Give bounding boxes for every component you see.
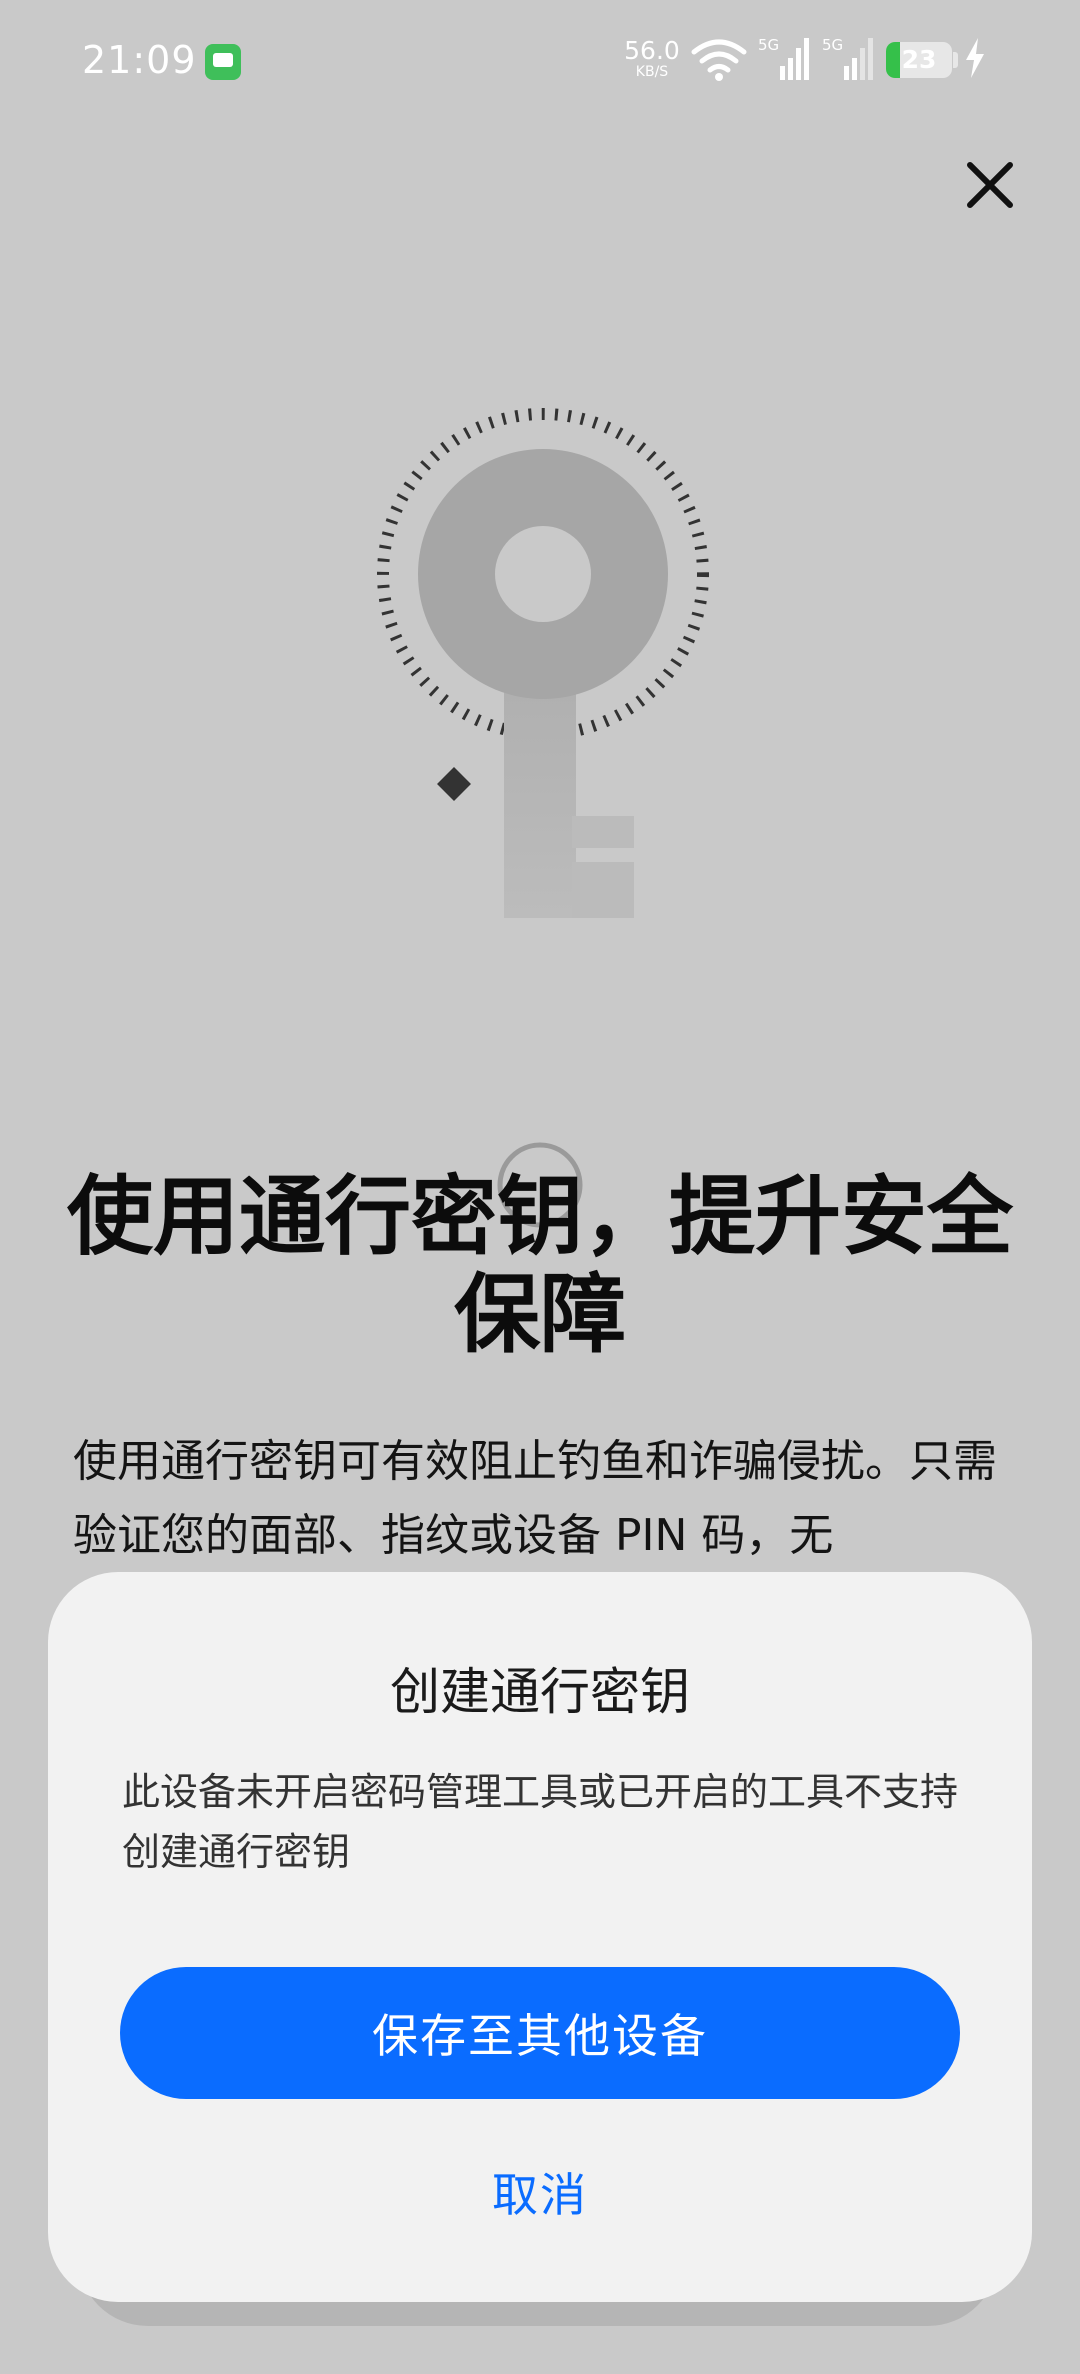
save-to-other-device-button[interactable]: 保存至其他设备 xyxy=(120,1967,960,2099)
signal-icon-1: 5G xyxy=(758,36,809,80)
wifi-icon xyxy=(691,39,747,81)
speed-unit: KB/S xyxy=(635,64,669,80)
cancel-button[interactable]: 取消 xyxy=(390,2147,690,2237)
battery-level: 23 xyxy=(901,45,937,74)
network-type-1: 5G xyxy=(758,36,779,54)
sheet-message: 此设备未开启密码管理工具或已开启的工具不支持创建通行密钥 xyxy=(122,1770,959,1874)
battery-icon: 23 xyxy=(886,42,952,78)
network-speed: 56.0 KB/S xyxy=(624,38,680,79)
close-icon[interactable] xyxy=(955,150,1025,220)
status-bar: 21:09 56.0 KB/S 5G 5G 23 xyxy=(0,0,1080,120)
signal-icon-2: 5G xyxy=(822,36,873,80)
message-icon xyxy=(205,44,241,80)
sheet-title: 创建通行密钥 xyxy=(390,1663,690,1721)
page-title: 使用通行密钥，提升安全保障 xyxy=(67,1167,1013,1365)
page-description: 使用通行密钥可有效阻止钓鱼和诈骗侵扰。只需验证您的面部、指纹或设备 PIN 码，… xyxy=(73,1436,997,1561)
key-icon xyxy=(377,408,709,918)
network-type-2: 5G xyxy=(822,36,843,54)
speed-value: 56.0 xyxy=(624,36,680,65)
status-time: 21:09 xyxy=(82,38,197,82)
charging-icon xyxy=(966,38,984,78)
bottom-sheet: 创建通行密钥 此设备未开启密码管理工具或已开启的工具不支持创建通行密钥 保存至其… xyxy=(48,1572,1032,2302)
